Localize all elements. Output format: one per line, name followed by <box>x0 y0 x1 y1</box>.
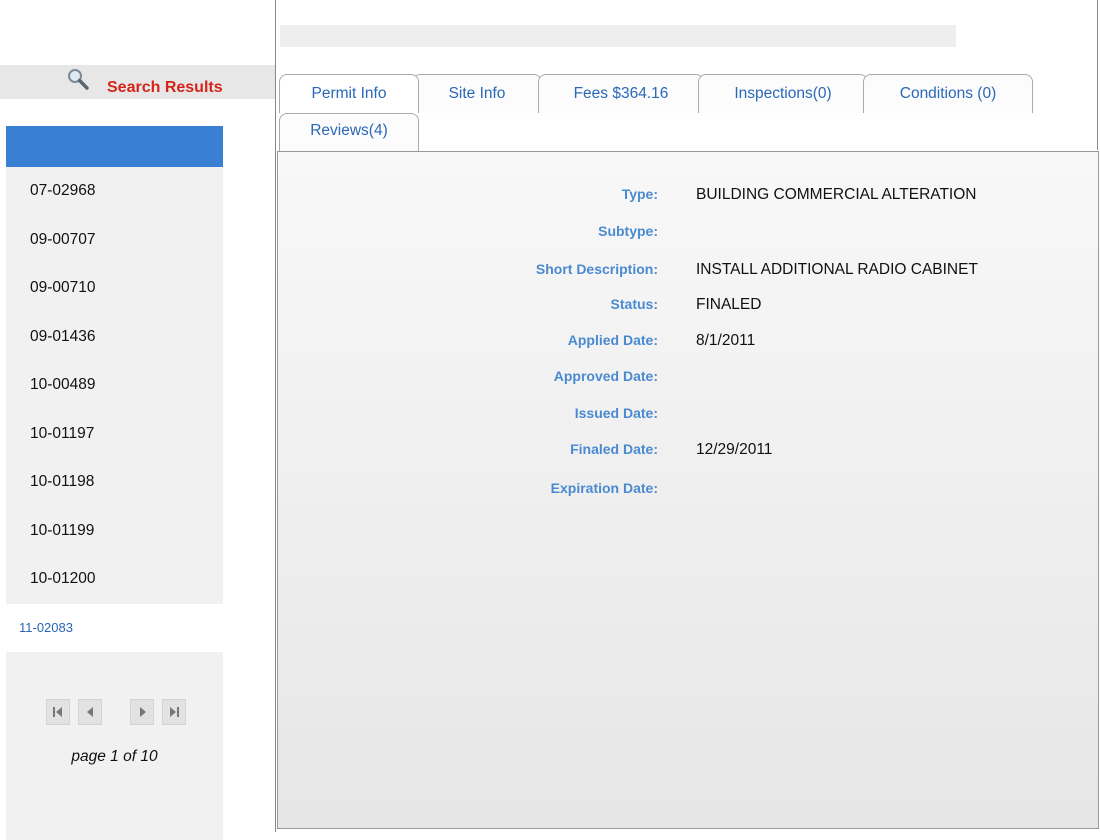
last-page-button[interactable] <box>162 699 186 725</box>
field-value: FINALED <box>696 296 762 313</box>
result-item-label: 10-00489 <box>30 376 96 393</box>
field-value: 8/1/2011 <box>696 332 756 349</box>
main-frame-border-right <box>1097 0 1098 150</box>
result-item-label: 10-01198 <box>30 473 95 490</box>
tab-fees[interactable]: Fees $364.16 <box>538 74 704 113</box>
field-row: Issued Date: <box>278 405 1078 425</box>
first-page-icon <box>53 707 62 717</box>
field-row: Subtype: <box>278 223 1078 243</box>
tab-label: Inspections(0) <box>734 85 832 102</box>
permit-info-panel: Type: BUILDING COMMERCIAL ALTERATION Subty… <box>277 151 1099 829</box>
field-label: Finaled Date: <box>570 441 658 457</box>
result-item-label: 10-01197 <box>30 424 95 442</box>
tab-reviews[interactable]: Reviews(4) <box>279 113 419 152</box>
tab-permit-info[interactable]: Permit Info <box>279 74 419 113</box>
result-item[interactable]: 09-00707 <box>6 216 223 265</box>
field-label: Approved Date: <box>553 368 658 384</box>
field-row: Expiration Date: <box>278 480 1078 500</box>
field-label: Expiration Date: <box>550 480 658 496</box>
header-bar <box>280 25 956 47</box>
result-item[interactable]: 10-01197 <box>6 410 223 459</box>
result-item[interactable]: 10-01199 <box>6 507 223 556</box>
result-item[interactable]: 10-01198 <box>6 458 223 507</box>
result-item[interactable]: 07-02968 <box>6 167 223 216</box>
prev-page-icon <box>87 707 93 717</box>
tab-site-info[interactable]: Site Info <box>412 74 542 113</box>
results-list: 07-02968 09-00707 09-00710 09-01436 10-00489… <box>6 167 223 652</box>
search-results-header: Search Results <box>0 65 275 99</box>
result-item[interactable]: 09-00710 <box>6 264 223 313</box>
field-label: Issued Date: <box>574 405 658 421</box>
tab-inspections[interactable]: Inspections(0) <box>698 74 868 113</box>
result-item-label: 09-00710 <box>30 279 96 296</box>
field-value: BUILDING COMMERCIAL ALTERATION <box>696 186 977 203</box>
result-item-label: 10-01199 <box>30 521 95 539</box>
field-row: Status: FINALED <box>278 296 1078 316</box>
field-value: INSTALL ADDITIONAL RADIO CABINET <box>696 261 978 278</box>
field-row: Approved Date: <box>278 368 1078 388</box>
result-item[interactable]: 09-01436 <box>6 313 223 362</box>
first-page-button[interactable] <box>46 699 70 725</box>
prev-page-button[interactable] <box>78 699 102 725</box>
result-item-label: 10-01200 <box>30 570 96 587</box>
result-item-label: 09-00707 <box>30 230 96 248</box>
field-value: 12/29/2011 <box>696 441 773 458</box>
field-label: Type: <box>621 186 658 202</box>
main-frame-border <box>275 0 276 832</box>
result-item[interactable]: 10-00489 <box>6 361 223 410</box>
tab-conditions[interactable]: Conditions (0) <box>863 74 1033 113</box>
result-item-label: 07-02968 <box>30 182 96 199</box>
field-row: Short Description: INSTALL ADDITIONAL RAD… <box>278 261 1078 281</box>
field-label: Subtype: <box>598 223 658 239</box>
result-item[interactable]: 10-01200 <box>6 555 223 604</box>
result-item-label: 09-01436 <box>30 327 96 345</box>
next-page-button[interactable] <box>130 699 154 725</box>
page-indicator: page 1 of 10 <box>71 748 158 765</box>
result-item-label: 11-02083 <box>19 619 73 635</box>
result-item[interactable]: 11-02083 <box>6 603 223 652</box>
tab-label: Permit Info <box>311 85 387 102</box>
tab-label: Reviews(4) <box>310 122 388 139</box>
field-row: Type: BUILDING COMMERCIAL ALTERATION <box>278 186 1078 206</box>
field-label: Short Description: <box>535 261 658 277</box>
field-label: Applied Date: <box>567 332 658 348</box>
field-row: Applied Date: 8/1/2011 <box>278 332 1078 352</box>
next-page-icon <box>140 707 146 717</box>
field-row: Finaled Date: 12/29/2011 <box>278 441 1078 461</box>
search-icon <box>68 69 89 90</box>
search-results-title: Search Results <box>107 79 223 96</box>
results-list-panel: 07-02968 09-00707 09-00710 09-01436 10-00489… <box>6 126 223 840</box>
pagination-controls <box>46 699 196 725</box>
field-label: Status: <box>610 296 658 312</box>
tab-label: Site Info <box>448 85 506 102</box>
last-page-icon <box>170 707 179 717</box>
tab-label: Fees $364.16 <box>573 85 669 102</box>
results-list-header <box>6 126 223 167</box>
tab-label: Conditions (0) <box>899 85 997 102</box>
